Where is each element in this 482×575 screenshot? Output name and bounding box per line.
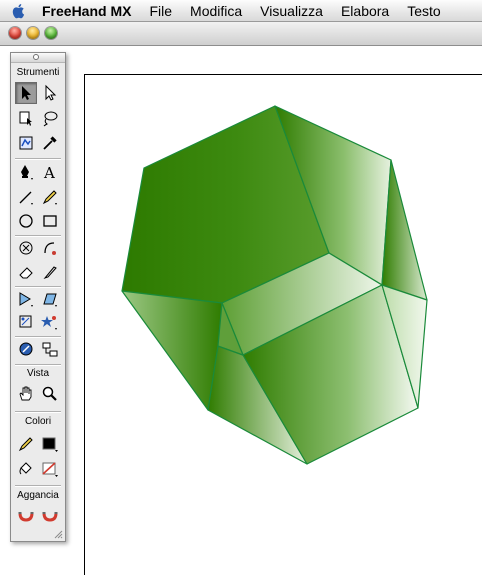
section-title-tools: Strumenti	[16, 67, 60, 78]
eraser-tool[interactable]	[15, 261, 37, 283]
section-title-snap: Aggancia	[17, 490, 59, 501]
ellipse-icon	[19, 214, 33, 228]
fill-color-control[interactable]	[15, 458, 37, 480]
snap-to-guides-button[interactable]	[39, 505, 61, 527]
rotate-icon	[19, 241, 33, 255]
perspective-tool[interactable]	[39, 288, 61, 310]
paint-bucket-icon	[19, 462, 32, 475]
magnet-icon	[42, 512, 58, 522]
pencil-icon	[42, 190, 57, 205]
rectangle-tool[interactable]	[39, 210, 61, 232]
polyhedron-artwork[interactable]	[0, 0, 482, 564]
eyedropper-tool[interactable]	[39, 132, 61, 154]
stroke-color-control[interactable]	[15, 433, 37, 455]
trace-icon	[19, 136, 33, 150]
hand-tool[interactable]	[15, 383, 37, 405]
zoom-tool[interactable]	[39, 383, 61, 405]
fill-color-swatch[interactable]	[39, 458, 61, 480]
magnifier-icon	[42, 386, 57, 401]
subselect-arrow-icon	[45, 84, 57, 101]
pointer-tool[interactable]	[15, 82, 37, 104]
graphic-hose-icon	[19, 315, 32, 328]
stroke-pencil-icon	[18, 437, 33, 452]
hand-icon	[19, 386, 32, 401]
toolbox-divider	[15, 158, 61, 160]
toolbox-close-button[interactable]	[33, 54, 39, 60]
section-title-colors: Colori	[24, 416, 52, 427]
graphic-hose-tool[interactable]	[15, 311, 37, 333]
pen-nib-icon	[21, 165, 33, 180]
toolbox-titlebar[interactable]	[11, 53, 65, 63]
text-tool[interactable]: A	[39, 161, 61, 183]
pen-tool[interactable]	[15, 161, 37, 183]
stroke-color-swatch[interactable]	[39, 433, 61, 455]
mirror-icon	[19, 292, 33, 307]
page-icon	[19, 111, 32, 126]
link-tool[interactable]	[15, 338, 37, 360]
no-fill-swatch-icon	[42, 462, 58, 477]
eraser-icon	[19, 267, 33, 279]
svg-text:A: A	[43, 164, 55, 181]
sprayer-star-icon	[41, 316, 57, 330]
perspective-icon	[43, 293, 57, 307]
toolbox-divider	[15, 364, 61, 366]
connector-tool[interactable]	[39, 338, 61, 360]
symbol-sprayer-tool[interactable]	[39, 311, 61, 333]
subselect-tool[interactable]	[39, 82, 61, 104]
pencil-tool[interactable]	[39, 186, 61, 208]
face-left	[121, 290, 223, 411]
knife-icon	[43, 266, 57, 280]
trace-tool[interactable]	[15, 132, 37, 154]
mirror-tool[interactable]	[15, 288, 37, 310]
rectangle-icon	[43, 215, 57, 227]
knife-tool[interactable]	[39, 261, 61, 283]
lasso-icon	[43, 111, 58, 127]
line-tool[interactable]	[15, 186, 37, 208]
toolbox-divider	[15, 411, 61, 413]
connector-icon	[42, 342, 58, 357]
section-title-view: Vista	[26, 368, 50, 379]
toolbox-panel: Strumenti A Vista Colori Aggancia	[10, 52, 66, 542]
freeform-tool[interactable]	[39, 237, 61, 259]
snap-to-point-button[interactable]	[15, 505, 37, 527]
lasso-tool[interactable]	[39, 107, 61, 129]
pointer-arrow-icon	[22, 86, 31, 100]
text-a-icon: A	[43, 164, 55, 181]
eyedropper-icon	[43, 136, 57, 150]
freeform-icon	[44, 242, 56, 255]
page-tool[interactable]	[15, 107, 37, 129]
toolbox-divider	[15, 485, 61, 487]
link-icon	[19, 342, 33, 356]
stroke-swatch-icon	[42, 437, 58, 452]
magnet-icon	[18, 512, 34, 522]
ellipse-tool[interactable]	[15, 210, 37, 232]
rotate-tool[interactable]	[15, 237, 37, 259]
line-icon	[19, 191, 33, 205]
resize-grip-icon[interactable]	[53, 529, 63, 539]
